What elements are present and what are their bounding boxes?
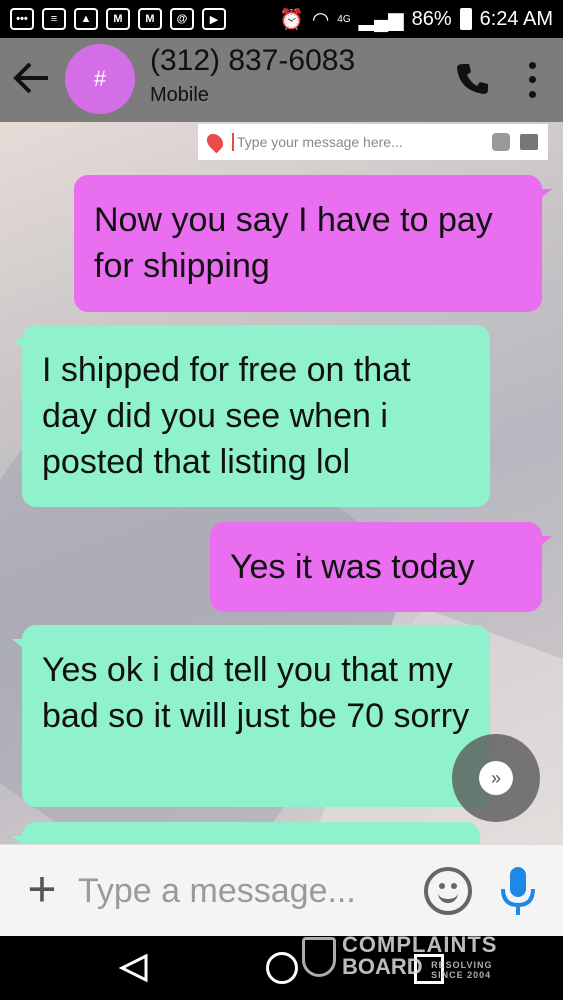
location-pin-icon (203, 130, 227, 154)
microphone-icon[interactable] (498, 865, 538, 919)
embedded-compose-bar: Type your message here... (198, 124, 548, 160)
add-attachment-icon[interactable]: + (22, 864, 62, 917)
message-bubble-incoming-partial[interactable] (12, 822, 480, 844)
watermark-line1: COMPLAINTS (342, 932, 498, 957)
message-input[interactable] (78, 867, 398, 915)
thumbs-up-icon (520, 134, 538, 150)
emoji-icon (492, 133, 510, 151)
message-bubble-outgoing[interactable]: Now you say I have to pay for shipping (74, 175, 552, 312)
watermark: COMPLAINTS BOARD RESOLVING SINCE 2004 (302, 934, 497, 980)
compose-bar: + (0, 844, 563, 936)
conversation-header: # (312) 837-6083 Mobile (0, 38, 563, 122)
mail-notification-icon: M (106, 8, 130, 30)
back-arrow-icon[interactable] (10, 56, 54, 100)
nav-home-icon[interactable] (266, 952, 298, 984)
image-notification-icon: ▲ (74, 8, 98, 30)
watermark-tag2: SINCE 2004 (431, 969, 492, 980)
message-bubble-incoming[interactable]: Yes ok i did tell you that my bad so it … (12, 625, 490, 807)
battery-icon (459, 8, 472, 30)
emoji-icon[interactable] (424, 867, 472, 915)
message-bubble-outgoing[interactable]: Yes it was today (210, 522, 552, 612)
alarm-icon: ⏰ (278, 8, 304, 31)
message-bubble-incoming[interactable]: I shipped for free on that day did you s… (12, 325, 490, 507)
message-list[interactable]: Type your message here... Now you say I … (0, 122, 563, 844)
video-notification-icon: ▶ (202, 8, 226, 30)
email-notification-icon: @ (170, 8, 194, 30)
mail-notification-icon: M (138, 8, 162, 30)
status-bar: ••• ≡ ▲ M M @ ▶ ⏰ ◠ 4G ▂▄▆ 86% 6:24 AM (0, 0, 563, 38)
watermark-line2: BOARD (342, 954, 423, 979)
watermark-tagline: RESOLVING SINCE 2004 (431, 960, 492, 980)
signal-icon: ▂▄▆ (358, 8, 404, 31)
more-options-icon[interactable] (520, 58, 544, 102)
avatar[interactable]: # (65, 44, 135, 114)
contact-number: (312) 837-6083 (150, 44, 356, 77)
nav-back-icon[interactable] (118, 952, 150, 984)
battery-percent: 86% (411, 7, 452, 30)
scroll-to-bottom-button[interactable]: » (452, 734, 540, 822)
watermark-tag1: RESOLVING (431, 959, 493, 970)
chat-notification-icon: ≡ (42, 8, 66, 30)
wifi-icon: ◠ (311, 8, 330, 31)
watermark-text: COMPLAINTS BOARD RESOLVING SINCE 2004 (342, 934, 497, 980)
chevron-down-icon: » (479, 761, 513, 795)
notification-icons: ••• ≡ ▲ M M @ ▶ (10, 8, 226, 30)
clock: 6:24 AM (479, 7, 553, 30)
phone-call-icon[interactable] (455, 60, 491, 96)
network-type: 4G (337, 13, 351, 25)
contact-label: Mobile (150, 84, 209, 106)
shield-icon (302, 936, 336, 977)
notification-icon: ••• (10, 8, 34, 30)
system-indicators: ⏰ ◠ 4G ▂▄▆ 86% 6:24 AM (279, 7, 553, 32)
embedded-message-input: Type your message here... (232, 133, 482, 151)
